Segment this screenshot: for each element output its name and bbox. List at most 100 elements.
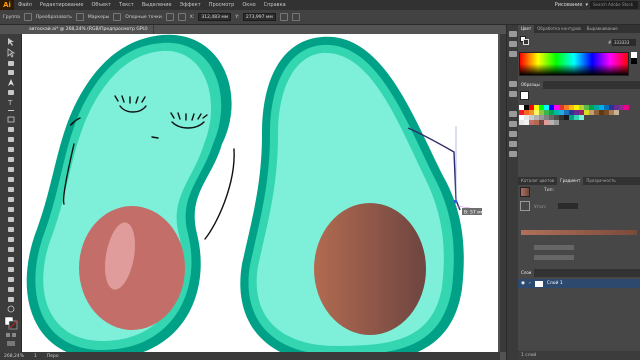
align-panel-icon[interactable] (509, 141, 517, 147)
direct-selection-tool-icon[interactable] (7, 48, 16, 58)
properties-icon[interactable] (509, 31, 517, 37)
graph-tool-icon[interactable] (8, 277, 14, 282)
y-position-field[interactable]: 273,997 мм (242, 13, 276, 21)
rectangle-tool-icon[interactable] (7, 116, 15, 123)
color-stroke-swatch[interactable] (523, 39, 529, 45)
x-position-field[interactable]: 312,483 мм (198, 13, 232, 21)
menu-item-effect[interactable]: Эффект (176, 2, 205, 8)
magic-wand-tool-icon[interactable] (8, 61, 14, 66)
menu-item-select[interactable]: Выделение (138, 2, 176, 8)
black-swatch[interactable] (631, 58, 637, 64)
brushes-icon[interactable] (509, 51, 517, 57)
hex-value-field[interactable]: 333333 (612, 39, 636, 46)
stock-search-input[interactable]: Search Adobe Stock (590, 1, 638, 9)
scale-tool-icon[interactable] (8, 177, 14, 182)
eraser-tool-icon[interactable] (8, 157, 14, 162)
convert-anchor-icon[interactable] (75, 13, 84, 21)
canvas-area[interactable]: В: 57 мм (22, 34, 500, 352)
menu-item-file[interactable]: Файл (14, 2, 36, 8)
graphic-styles-icon[interactable] (509, 91, 517, 97)
swatch[interactable] (579, 115, 584, 120)
menu-item-view[interactable]: Просмотр (205, 2, 239, 8)
avocado-illustration[interactable]: В: 57 мм (22, 34, 498, 352)
color-spectrum[interactable] (519, 52, 629, 76)
gradient-mode-icon[interactable] (12, 333, 16, 337)
gradient-opacity-field[interactable] (534, 245, 574, 250)
tab-layers[interactable]: Слои (518, 269, 535, 277)
right-avocado-seed[interactable] (314, 203, 426, 335)
libraries-icon[interactable] (509, 41, 517, 47)
isolate-icon[interactable] (291, 13, 300, 21)
hand-tool-icon[interactable] (8, 297, 14, 302)
anchor-point[interactable] (454, 200, 457, 203)
left-avocado-seed[interactable] (79, 206, 185, 330)
align-icon[interactable] (177, 13, 186, 21)
menu-item-window[interactable]: Окно (238, 2, 259, 8)
appearance-icon[interactable] (509, 111, 517, 117)
menu-item-edit[interactable]: Редактирование (36, 2, 88, 8)
lasso-tool-icon[interactable] (8, 70, 14, 75)
tab-gradient[interactable]: Градиент (557, 177, 584, 185)
symbol-sprayer-tool-icon[interactable] (8, 267, 14, 272)
mesh-tool-icon[interactable] (8, 227, 14, 232)
stroke-swatch-icon[interactable] (23, 13, 32, 21)
transform-panel-icon[interactable] (279, 13, 288, 21)
paintbrush-tool-icon[interactable] (8, 127, 14, 132)
pencil-tool-icon[interactable] (8, 147, 14, 152)
gradient-location-field[interactable] (534, 255, 574, 260)
pen-tool-icon[interactable] (8, 79, 14, 86)
rotate-tool-icon[interactable] (8, 167, 14, 172)
expand-arrow-icon[interactable]: › (529, 281, 531, 286)
swatch-grid[interactable] (519, 105, 639, 125)
zoom-level[interactable]: 268,24% (4, 354, 24, 359)
zoom-tool-icon[interactable] (7, 305, 15, 313)
menu-item-help[interactable]: Справка (260, 2, 290, 8)
width-tool-icon[interactable] (8, 187, 14, 192)
swatch[interactable] (554, 120, 559, 125)
swatch[interactable] (614, 110, 619, 115)
eye-icon[interactable]: ◉ (521, 281, 525, 286)
workspace-switcher[interactable]: Рисование ▾ (555, 1, 588, 9)
gradient-tool-icon[interactable] (8, 237, 14, 242)
selection-tool-icon[interactable] (8, 38, 14, 46)
stroke-panel-icon[interactable] (509, 151, 517, 157)
symbols-icon[interactable] (509, 81, 517, 87)
artboard-tool-icon[interactable] (8, 287, 14, 292)
bw-swatches[interactable] (631, 52, 637, 64)
shaper-tool-icon[interactable] (8, 137, 14, 142)
gradient-angle-field[interactable] (558, 203, 578, 209)
swatch[interactable] (624, 105, 629, 110)
artboard[interactable]: В: 57 мм (22, 34, 498, 352)
gradient-stroke-preview[interactable] (520, 201, 530, 211)
perspective-grid-tool-icon[interactable] (8, 217, 14, 222)
eyedropper-tool-icon[interactable] (8, 247, 14, 252)
tab-color[interactable]: Цвет (518, 25, 535, 33)
document-tab[interactable]: автоскай.ai* @ 268,24% (RGB/Предпросмотр… (24, 25, 154, 34)
anchor-remove-icon[interactable] (165, 13, 174, 21)
tab-stroke-processing[interactable]: Обработка контуров (534, 25, 584, 33)
tab-swatches[interactable]: Образцы (518, 81, 543, 89)
tab-color-guide[interactable]: Каталог цветов (518, 177, 557, 185)
menu-item-type[interactable]: Текст (115, 2, 138, 8)
transform-link[interactable]: Преобразовать (36, 15, 72, 20)
gradient-preview[interactable] (520, 187, 530, 197)
swatch-fill-icon[interactable] (520, 91, 529, 100)
type-tool-icon[interactable]: T (7, 99, 13, 107)
color-mode-icon[interactable] (6, 333, 10, 337)
pathfinder-icon[interactable] (509, 131, 517, 137)
transform-icon[interactable] (509, 121, 517, 127)
line-tool-icon[interactable] (8, 110, 14, 111)
tab-transparency[interactable]: Прозрачность (583, 177, 618, 185)
tab-align[interactable]: Выравнивание (584, 25, 621, 33)
free-transform-tool-icon[interactable] (8, 197, 14, 202)
curvature-tool-icon[interactable] (8, 90, 14, 95)
gradient-slider[interactable] (521, 230, 637, 235)
handle-icon[interactable] (113, 13, 122, 21)
menu-item-object[interactable]: Объект (87, 2, 115, 8)
layer-name[interactable]: Слой 1 (547, 281, 563, 286)
artboard-number[interactable]: 1 (34, 354, 37, 359)
blend-tool-icon[interactable] (8, 257, 14, 262)
shape-builder-tool-icon[interactable] (8, 207, 14, 212)
draw-mode-icon[interactable] (7, 341, 15, 346)
layer-row[interactable]: ◉ › Слой 1 (518, 279, 640, 288)
